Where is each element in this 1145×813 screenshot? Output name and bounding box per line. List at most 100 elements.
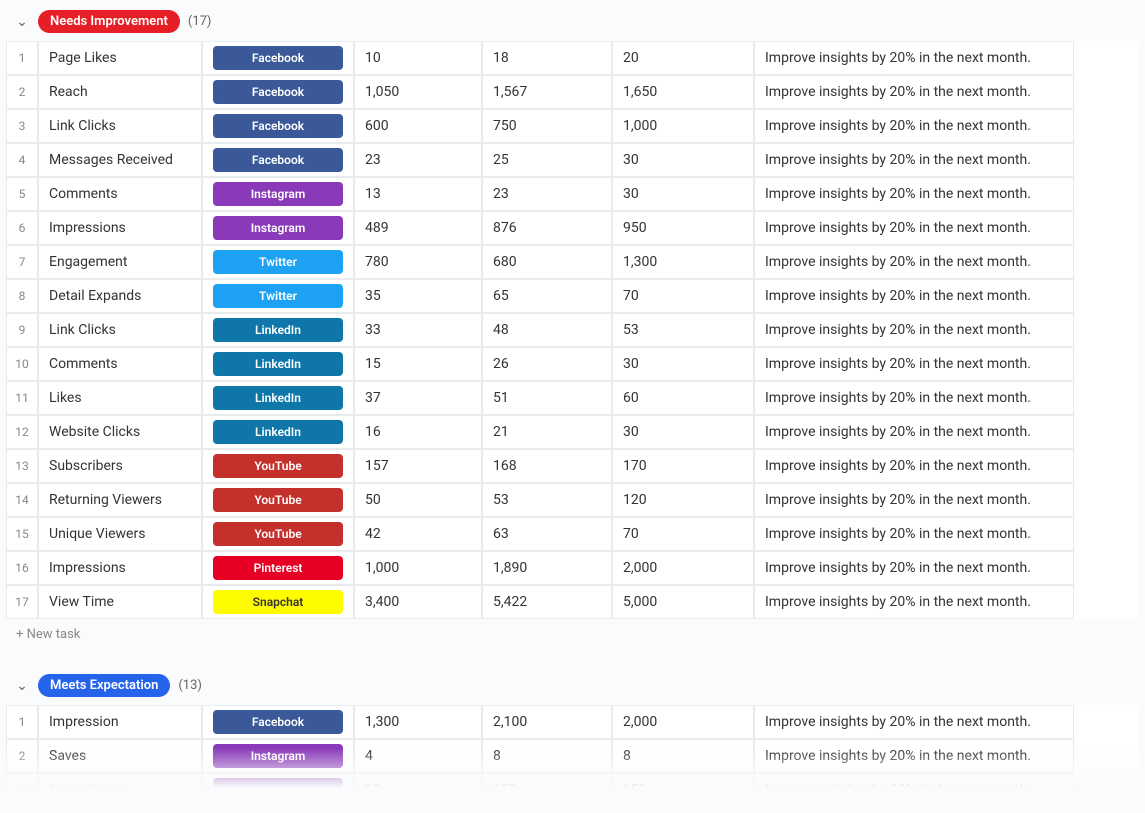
value-cell[interactable]: 63 [482,517,612,551]
note-cell[interactable]: Improve insights by 20% in the next mont… [754,705,1074,739]
metric-cell[interactable]: Impression [38,705,202,739]
metric-cell[interactable]: Messages Received [38,143,202,177]
value-cell[interactable]: 1,650 [612,75,754,109]
note-cell[interactable]: Improve insights by 20% in the next mont… [754,415,1074,449]
value-cell[interactable]: 18 [482,41,612,75]
table-row[interactable]: 8Detail ExpandsTwitter356570Improve insi… [6,279,1139,313]
platform-cell[interactable]: Twitter [202,279,354,313]
metric-cell[interactable]: Interactions [38,773,202,788]
note-cell[interactable]: Improve insights by 20% in the next mont… [754,41,1074,75]
value-cell[interactable]: 168 [482,449,612,483]
metric-cell[interactable]: Link Clicks [38,109,202,143]
table-row[interactable]: 14Returning ViewersYouTube5053120Improve… [6,483,1139,517]
platform-pill[interactable]: YouTube [213,488,343,512]
platform-pill[interactable]: LinkedIn [213,352,343,376]
value-cell[interactable]: 25 [482,143,612,177]
metric-cell[interactable]: View Time [38,585,202,619]
value-cell[interactable]: 750 [482,109,612,143]
value-cell[interactable]: 30 [612,177,754,211]
value-cell[interactable]: 2,100 [482,705,612,739]
platform-cell[interactable]: Facebook [202,75,354,109]
value-cell[interactable]: 2,000 [612,705,754,739]
platform-pill[interactable]: LinkedIn [213,420,343,444]
table-row[interactable]: 12Website ClicksLinkedIn162130Improve in… [6,415,1139,449]
note-cell[interactable]: Improve insights by 20% in the next mont… [754,739,1074,773]
value-cell[interactable]: 30 [612,143,754,177]
value-cell[interactable]: 13 [354,177,482,211]
table-row[interactable]: 16ImpressionsPinterest1,0001,8902,000Imp… [6,551,1139,585]
table-row[interactable]: 6ImpressionsInstagram489876950Improve in… [6,211,1139,245]
group-label-pill[interactable]: Needs Improvement [38,10,180,33]
metric-cell[interactable]: Comments [38,347,202,381]
value-cell[interactable]: 157 [354,449,482,483]
table-row[interactable]: 5CommentsInstagram132330Improve insights… [6,177,1139,211]
value-cell[interactable]: 23 [482,177,612,211]
value-cell[interactable]: 1,050 [354,75,482,109]
platform-cell[interactable]: YouTube [202,449,354,483]
value-cell[interactable]: 1,300 [354,705,482,739]
platform-cell[interactable]: Instagram [202,177,354,211]
metric-cell[interactable]: Unique Viewers [38,517,202,551]
chevron-down-icon[interactable]: ⌄ [14,678,30,694]
metric-cell[interactable]: Website Clicks [38,415,202,449]
platform-cell[interactable]: Pinterest [202,551,354,585]
value-cell[interactable]: 1,890 [482,551,612,585]
chevron-down-icon[interactable]: ⌄ [14,14,30,30]
note-cell[interactable]: Improve insights by 20% in the next mont… [754,449,1074,483]
table-row[interactable]: 1ImpressionFacebook1,3002,1002,000Improv… [6,705,1139,739]
value-cell[interactable]: 16 [354,415,482,449]
table-row[interactable]: 17View TimeSnapchat3,4005,4225,000Improv… [6,585,1139,619]
table-row[interactable]: 15Unique ViewersYouTube426370Improve ins… [6,517,1139,551]
value-cell[interactable]: 48 [482,313,612,347]
value-cell[interactable]: 26 [482,347,612,381]
platform-pill[interactable]: LinkedIn [213,318,343,342]
metric-cell[interactable]: Saves [38,739,202,773]
value-cell[interactable]: 53 [482,483,612,517]
platform-cell[interactable]: Facebook [202,109,354,143]
value-cell[interactable]: 30 [612,347,754,381]
value-cell[interactable]: 53 [612,313,754,347]
note-cell[interactable]: Improve insights by 20% in the next mont… [754,75,1074,109]
value-cell[interactable]: 10 [354,41,482,75]
value-cell[interactable]: 680 [482,245,612,279]
table-row[interactable]: 11LikesLinkedIn375160Improve insights by… [6,381,1139,415]
metric-cell[interactable]: Subscribers [38,449,202,483]
value-cell[interactable]: 98 [354,773,482,788]
note-cell[interactable]: Improve insights by 20% in the next mont… [754,177,1074,211]
group-label-pill[interactable]: Meets Expectation [38,674,170,697]
metric-cell[interactable]: Comments [38,177,202,211]
value-cell[interactable]: 5,000 [612,585,754,619]
value-cell[interactable]: 2,000 [612,551,754,585]
platform-pill[interactable]: Snapchat [213,590,343,614]
note-cell[interactable]: Improve insights by 20% in the next mont… [754,551,1074,585]
value-cell[interactable]: 489 [354,211,482,245]
platform-pill[interactable]: Instagram [213,778,343,788]
value-cell[interactable]: 21 [482,415,612,449]
platform-pill[interactable]: YouTube [213,454,343,478]
platform-cell[interactable]: Instagram [202,211,354,245]
value-cell[interactable]: 8 [482,739,612,773]
value-cell[interactable]: 3,400 [354,585,482,619]
value-cell[interactable]: 70 [612,279,754,313]
platform-cell[interactable]: LinkedIn [202,347,354,381]
value-cell[interactable]: 33 [354,313,482,347]
metric-cell[interactable]: Engagement [38,245,202,279]
metric-cell[interactable]: Returning Viewers [38,483,202,517]
metric-cell[interactable]: Impressions [38,551,202,585]
note-cell[interactable]: Improve insights by 20% in the next mont… [754,245,1074,279]
note-cell[interactable]: Improve insights by 20% in the next mont… [754,279,1074,313]
value-cell[interactable]: 780 [354,245,482,279]
platform-cell[interactable]: LinkedIn [202,313,354,347]
value-cell[interactable]: 120 [612,483,754,517]
platform-pill[interactable]: Instagram [213,182,343,206]
value-cell[interactable]: 5,422 [482,585,612,619]
metric-cell[interactable]: Page Likes [38,41,202,75]
metric-cell[interactable]: Link Clicks [38,313,202,347]
platform-pill[interactable]: Twitter [213,250,343,274]
metric-cell[interactable]: Impressions [38,211,202,245]
value-cell[interactable]: 8 [612,739,754,773]
value-cell[interactable]: 37 [354,381,482,415]
platform-cell[interactable]: YouTube [202,483,354,517]
value-cell[interactable]: 4 [354,739,482,773]
value-cell[interactable]: 50 [354,483,482,517]
